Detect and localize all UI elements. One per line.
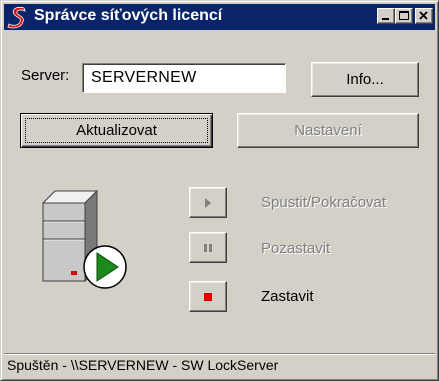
close-button[interactable] [415, 8, 433, 24]
pause-button[interactable] [189, 232, 227, 263]
info-button-label: Info... [346, 71, 384, 88]
server-name-field[interactable]: SERVERNEW [82, 63, 286, 93]
pause-label: Pozastavit [261, 240, 331, 257]
stop-label: Zastavit [261, 288, 314, 305]
pause-icon [204, 243, 212, 252]
license-manager-window: Správce síťových licencí Server: SERVERN… [0, 0, 439, 381]
stop-button[interactable] [189, 281, 227, 312]
server-running-icon [41, 189, 127, 289]
window-title: Správce síťových licencí [34, 7, 223, 24]
title-bar[interactable]: Správce síťových licencí [4, 4, 435, 30]
maximize-button[interactable] [395, 8, 413, 24]
minimize-button[interactable] [377, 8, 395, 24]
start-button[interactable] [189, 187, 227, 218]
close-icon [419, 11, 428, 20]
play-icon [205, 197, 211, 208]
focus-indicator [25, 118, 208, 143]
settings-button[interactable]: Nastavení [237, 113, 419, 148]
maximize-icon [399, 11, 409, 20]
server-label: Server: [21, 67, 70, 84]
minimize-icon [382, 18, 389, 20]
refresh-button[interactable]: Aktualizovat [20, 113, 213, 148]
settings-button-label: Nastavení [294, 122, 362, 139]
app-s-logo-icon [7, 6, 26, 29]
info-button[interactable]: Info... [311, 62, 419, 97]
status-bar: Spuštěn - \\SERVERNEW - SW LockServer [4, 353, 435, 377]
status-text: Spuštěn - \\SERVERNEW - SW LockServer [7, 357, 279, 373]
start-label: Spustit/Pokračovat [261, 194, 387, 211]
stop-icon [204, 292, 212, 301]
